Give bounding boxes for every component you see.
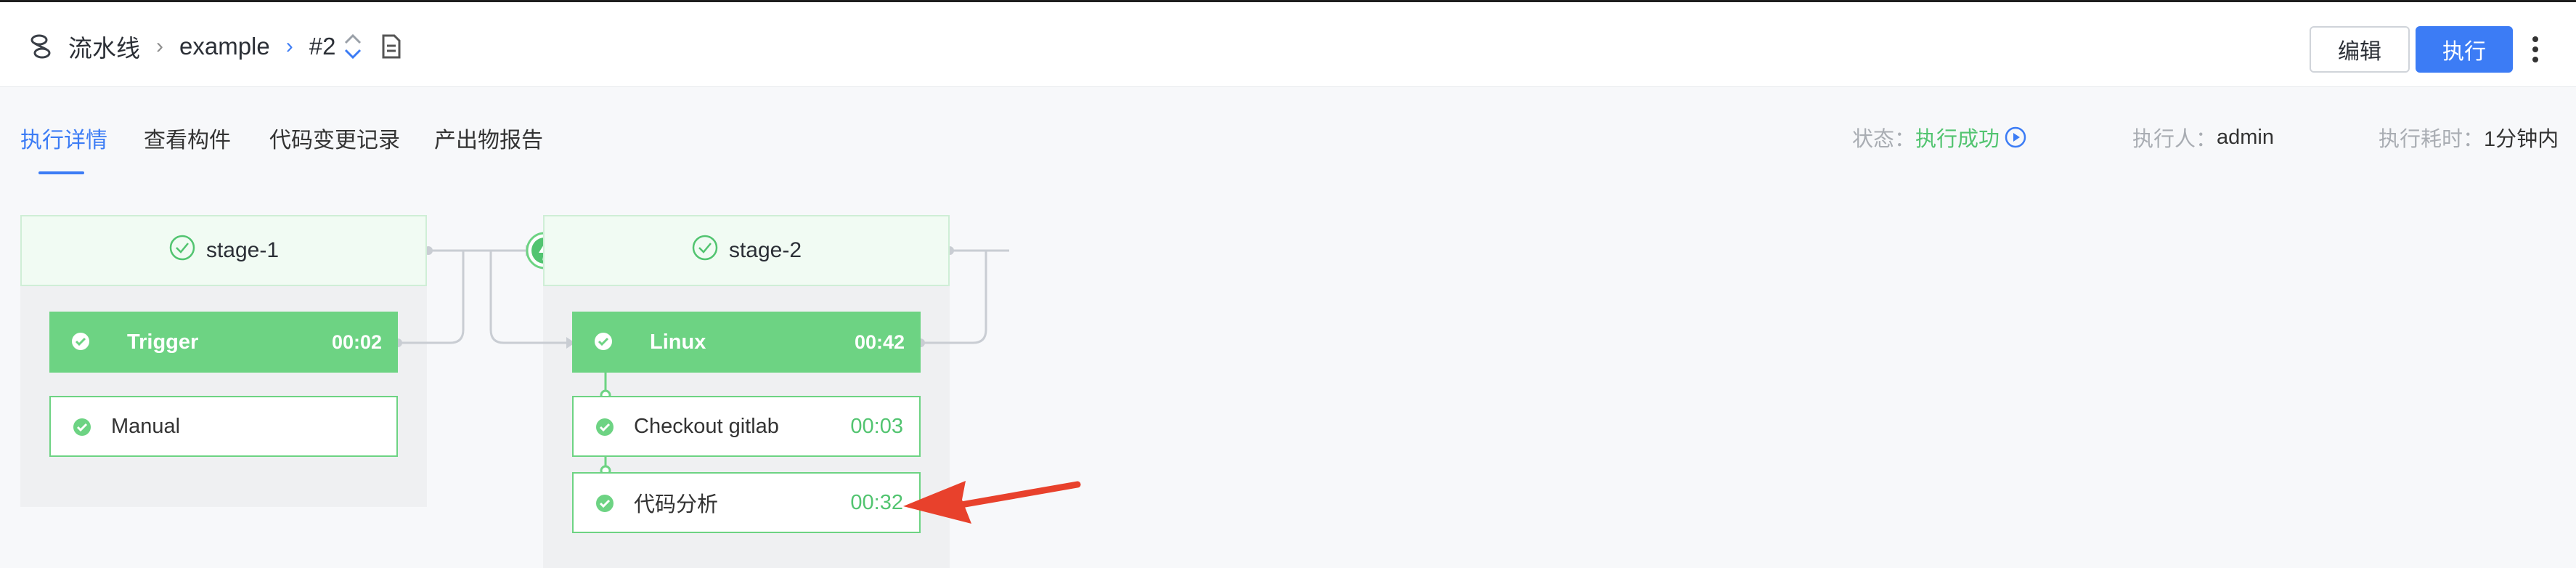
annotation-arrow-icon: [903, 481, 1081, 524]
